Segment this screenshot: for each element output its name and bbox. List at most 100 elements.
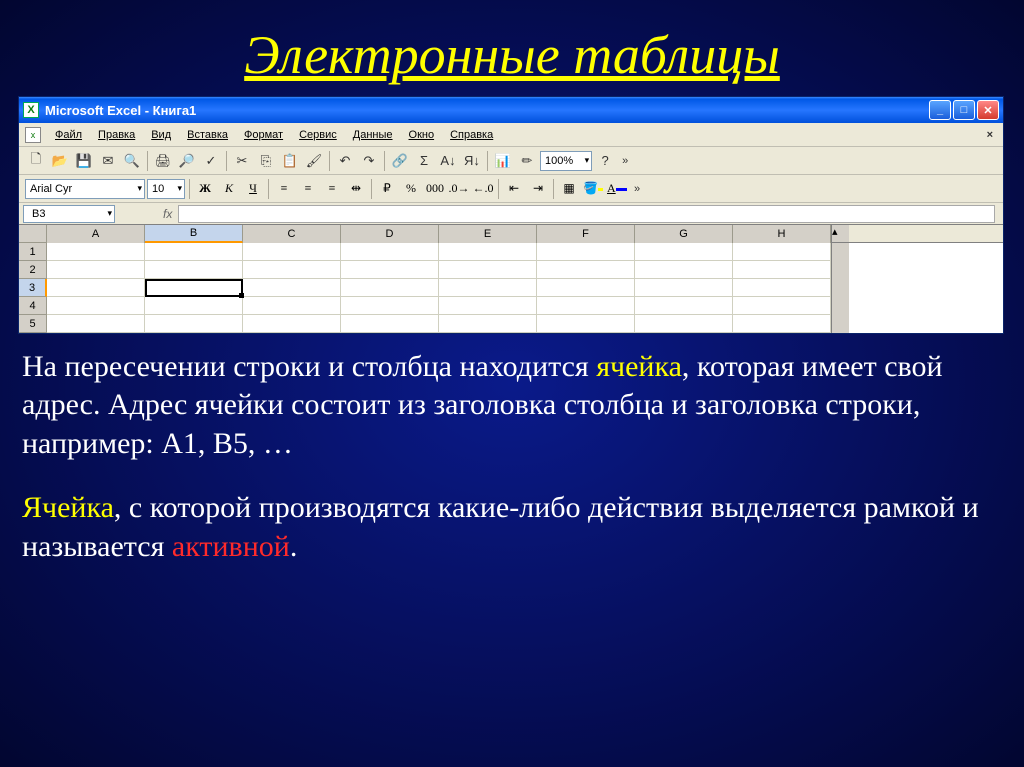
doc-close-button[interactable]: × xyxy=(987,129,993,141)
align-right-icon[interactable]: ≡ xyxy=(321,178,343,200)
cell-g5[interactable] xyxy=(635,315,733,333)
cell-d3[interactable] xyxy=(341,279,439,297)
cell-e1[interactable] xyxy=(439,243,537,261)
cell-c1[interactable] xyxy=(243,243,341,261)
percent-icon[interactable]: % xyxy=(400,178,422,200)
zoom-combo[interactable]: 100% xyxy=(540,151,592,171)
font-color-icon[interactable]: A xyxy=(606,178,628,200)
row-header-5[interactable]: 5 xyxy=(19,315,47,333)
row-header-1[interactable]: 1 xyxy=(19,243,47,261)
cell-g1[interactable] xyxy=(635,243,733,261)
menu-view[interactable]: Вид xyxy=(143,127,179,143)
cell-c3[interactable] xyxy=(243,279,341,297)
bold-button[interactable]: Ж xyxy=(194,178,216,200)
menu-help[interactable]: Справка xyxy=(442,127,501,143)
cell-b1[interactable] xyxy=(145,243,243,261)
cell-a5[interactable] xyxy=(47,315,145,333)
chart-icon[interactable]: 📊 xyxy=(492,150,514,172)
fx-label[interactable]: fx xyxy=(163,207,172,221)
cell-h1[interactable] xyxy=(733,243,831,261)
vscroll-top[interactable]: ▴ xyxy=(831,225,849,242)
cell-g4[interactable] xyxy=(635,297,733,315)
vscroll[interactable] xyxy=(831,315,849,333)
cell-e4[interactable] xyxy=(439,297,537,315)
cell-b5[interactable] xyxy=(145,315,243,333)
row-header-4[interactable]: 4 xyxy=(19,297,47,315)
menu-tools[interactable]: Сервис xyxy=(291,127,345,143)
cell-f2[interactable] xyxy=(537,261,635,279)
font-size-combo[interactable]: 10 xyxy=(147,179,185,199)
close-button[interactable]: ✕ xyxy=(977,100,999,120)
cell-h5[interactable] xyxy=(733,315,831,333)
cell-a4[interactable] xyxy=(47,297,145,315)
cell-f4[interactable] xyxy=(537,297,635,315)
cell-c4[interactable] xyxy=(243,297,341,315)
dec-decimal-icon[interactable]: ←.0 xyxy=(472,178,494,200)
fill-color-icon[interactable]: 🪣 xyxy=(582,178,604,200)
cell-a2[interactable] xyxy=(47,261,145,279)
align-center-icon[interactable]: ≡ xyxy=(297,178,319,200)
cell-e3[interactable] xyxy=(439,279,537,297)
maximize-button[interactable]: □ xyxy=(953,100,975,120)
cell-c5[interactable] xyxy=(243,315,341,333)
preview-icon[interactable]: 🔎 xyxy=(176,150,198,172)
align-left-icon[interactable]: ≡ xyxy=(273,178,295,200)
col-header-e[interactable]: E xyxy=(439,225,537,243)
format-overflow[interactable]: » xyxy=(630,183,645,195)
copy-icon[interactable]: ⎘ xyxy=(255,150,277,172)
dec-indent-icon[interactable]: ⇤ xyxy=(503,178,525,200)
menu-insert[interactable]: Вставка xyxy=(179,127,236,143)
cell-a1[interactable] xyxy=(47,243,145,261)
minimize-button[interactable]: _ xyxy=(929,100,951,120)
save-icon[interactable]: 💾 xyxy=(73,150,95,172)
col-header-h[interactable]: H xyxy=(733,225,831,243)
toolbar-overflow[interactable]: » xyxy=(618,155,633,167)
cell-b4[interactable] xyxy=(145,297,243,315)
cell-c2[interactable] xyxy=(243,261,341,279)
cell-e2[interactable] xyxy=(439,261,537,279)
select-all-corner[interactable] xyxy=(19,225,47,243)
name-box[interactable]: B3 xyxy=(23,205,115,223)
merge-center-icon[interactable]: ⇹ xyxy=(345,178,367,200)
hyperlink-icon[interactable]: 🔗 xyxy=(389,150,411,172)
undo-icon[interactable]: ↶ xyxy=(334,150,356,172)
borders-icon[interactable]: ▦ xyxy=(558,178,580,200)
menu-file[interactable]: Файл xyxy=(47,127,90,143)
vscroll[interactable] xyxy=(831,261,849,279)
cell-b3[interactable] xyxy=(145,279,243,297)
currency-icon[interactable]: ₽ xyxy=(376,178,398,200)
menu-format[interactable]: Формат xyxy=(236,127,291,143)
cell-f3[interactable] xyxy=(537,279,635,297)
col-header-a[interactable]: A xyxy=(47,225,145,243)
comma-icon[interactable]: 000 xyxy=(424,178,446,200)
cell-f5[interactable] xyxy=(537,315,635,333)
col-header-f[interactable]: F xyxy=(537,225,635,243)
cell-a3[interactable] xyxy=(47,279,145,297)
menu-data[interactable]: Данные xyxy=(345,127,401,143)
cell-g3[interactable] xyxy=(635,279,733,297)
col-header-g[interactable]: G xyxy=(635,225,733,243)
vscroll[interactable] xyxy=(831,243,849,261)
print-icon[interactable]: 🖨 xyxy=(152,150,174,172)
cell-g2[interactable] xyxy=(635,261,733,279)
col-header-c[interactable]: C xyxy=(243,225,341,243)
redo-icon[interactable]: ↷ xyxy=(358,150,380,172)
search-icon[interactable]: 🔍 xyxy=(121,150,143,172)
inc-decimal-icon[interactable]: .0→ xyxy=(448,178,470,200)
open-icon[interactable]: 📂 xyxy=(49,150,71,172)
sort-asc-icon[interactable]: A↓ xyxy=(437,150,459,172)
menu-edit[interactable]: Правка xyxy=(90,127,143,143)
cell-h3[interactable] xyxy=(733,279,831,297)
autosum-icon[interactable]: Σ xyxy=(413,150,435,172)
font-combo[interactable]: Arial Cyr xyxy=(25,179,145,199)
col-header-d[interactable]: D xyxy=(341,225,439,243)
cell-d1[interactable] xyxy=(341,243,439,261)
cell-b2[interactable] xyxy=(145,261,243,279)
spell-icon[interactable]: ✓ xyxy=(200,150,222,172)
cell-d5[interactable] xyxy=(341,315,439,333)
cell-h4[interactable] xyxy=(733,297,831,315)
col-header-b[interactable]: B xyxy=(145,225,243,243)
italic-button[interactable]: К xyxy=(218,178,240,200)
sort-desc-icon[interactable]: Я↓ xyxy=(461,150,483,172)
paste-icon[interactable]: 📋 xyxy=(279,150,301,172)
